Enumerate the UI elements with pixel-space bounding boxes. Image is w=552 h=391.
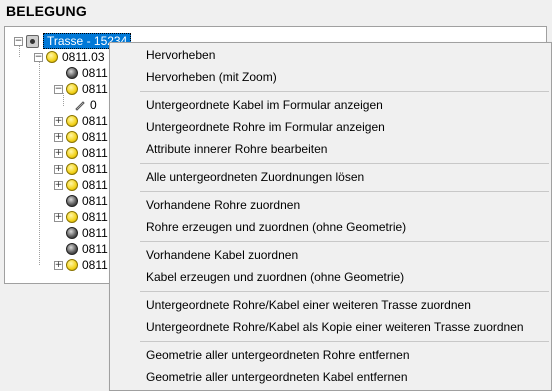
menu-item-kabel-erzeugen[interactable]: Kabel erzeugen und zuordnen (ohne Geomet… [146,267,404,287]
menu-item-rohre-formular[interactable]: Untergeordnete Rohre im Formular anzeige… [146,117,385,137]
tree-child-row[interactable]: + 0811 [54,129,108,145]
tree-child-label[interactable]: 0811 [82,258,108,272]
expand-toggle[interactable]: + [54,180,63,190]
menu-item-attribute-rohre[interactable]: Attribute innerer Rohre bearbeiten [146,139,327,159]
tree-child-label[interactable]: 0811 [82,162,108,176]
tree-child-row[interactable]: + 0811 [54,161,108,177]
expand-toggle[interactable]: + [54,212,63,222]
tree-child-row[interactable]: 0811 [54,193,108,209]
tree-child-label[interactable]: 0811 [82,178,108,192]
pipe-dark-icon [66,227,78,239]
pipe-yellow-icon [66,131,78,143]
menu-separator [140,341,549,342]
tree-child-row[interactable]: + 0811 [54,257,108,273]
tree-child-row[interactable]: + 0811 [54,209,108,225]
pipe-yellow-icon [66,259,78,271]
panel-title: BELEGUNG [6,3,87,19]
menu-item-geometrie-kabel[interactable]: Geometrie aller untergeordneten Kabel en… [146,367,408,387]
tree-child-label[interactable]: 0811 [82,194,108,208]
tree-child-label[interactable]: 0811 [82,226,108,240]
tree-child-label[interactable]: 0811 [82,146,108,160]
tree-child-row[interactable]: 0811 [54,65,108,81]
cable-node-icon [46,51,58,63]
expand-toggle[interactable]: + [54,148,63,158]
expand-toggle[interactable]: + [54,260,63,270]
collapse-toggle[interactable]: − [14,36,23,46]
menu-item-kopie-trasse[interactable]: Untergeordnete Rohre/Kabel als Kopie ein… [146,317,524,337]
menu-item-kabel-formular[interactable]: Untergeordnete Kabel im Formular anzeige… [146,95,383,115]
tree-node-label[interactable]: 0811.03 [62,50,105,64]
pipe-dark-icon [66,67,78,79]
menu-item-weitere-trasse[interactable]: Untergeordnete Rohre/Kabel einer weitere… [146,295,471,315]
pipe-dark-icon [66,243,78,255]
menu-separator [140,191,549,192]
tree-child-row[interactable]: + 0811 [54,113,108,129]
collapse-toggle[interactable]: − [54,84,63,94]
menu-item-geometrie-rohre[interactable]: Geometrie aller untergeordneten Rohre en… [146,345,410,365]
pipe-yellow-icon [66,179,78,191]
menu-item-zuordnungen-loesen[interactable]: Alle untergeordneten Zuordnungen lösen [146,167,364,187]
tree-child-row[interactable]: 0 [74,97,97,113]
menu-item-rohre-zuordnen[interactable]: Vorhandene Rohre zuordnen [146,195,300,215]
tree-child-label[interactable]: 0811 [82,210,108,224]
menu-item-rohre-erzeugen[interactable]: Rohre erzeugen und zuordnen (ohne Geomet… [146,217,406,237]
pipe-yellow-icon [66,211,78,223]
menu-separator [140,291,549,292]
menu-separator [140,241,549,242]
pipe-yellow-icon [66,83,78,95]
menu-separator [140,91,549,92]
pencil-icon [74,99,86,111]
tree-child-label[interactable]: 0811 [82,82,108,96]
expand-toggle[interactable]: + [54,116,63,126]
expand-toggle[interactable]: + [54,132,63,142]
pipe-dark-icon [66,195,78,207]
tree-child-label[interactable]: 0811 [82,242,108,256]
tree-child-label[interactable]: 0811 [82,66,108,80]
tree-node-row[interactable]: − 0811.03 [34,49,105,65]
tree-child-row[interactable]: + 0811 [54,145,108,161]
tree-child-row[interactable]: 0811 [54,225,108,241]
collapse-toggle[interactable]: − [34,52,43,62]
tree-child-label[interactable]: 0811 [82,130,108,144]
tree-line [39,62,40,265]
pipe-yellow-icon [66,115,78,127]
tree-child-row[interactable]: 0811 [54,241,108,257]
menu-separator [140,163,549,164]
tree-child-label[interactable]: 0811 [82,114,108,128]
tree-child-row[interactable]: + 0811 [54,177,108,193]
menu-item-hervorheben[interactable]: Hervorheben [146,45,215,65]
menu-item-hervorheben-zoom[interactable]: Hervorheben (mit Zoom) [146,67,277,87]
context-menu: Hervorheben Hervorheben (mit Zoom) Unter… [109,42,552,391]
pipe-yellow-icon [66,147,78,159]
menu-item-kabel-zuordnen[interactable]: Vorhandene Kabel zuordnen [146,245,298,265]
expand-toggle[interactable]: + [54,164,63,174]
tree-child-label[interactable]: 0 [90,98,97,112]
tree-child-row[interactable]: − 0811 [54,81,108,97]
pipe-yellow-icon [66,163,78,175]
trasse-icon [26,34,39,48]
